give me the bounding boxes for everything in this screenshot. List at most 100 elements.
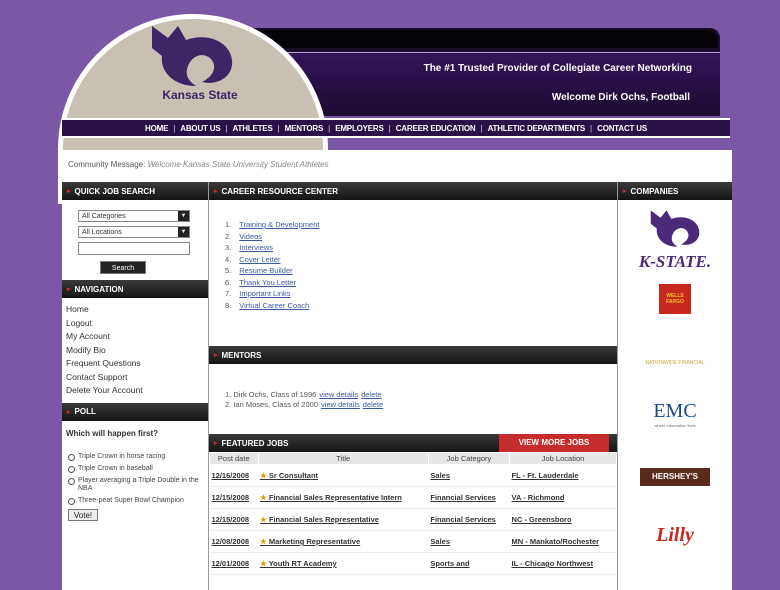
poll-title: POLL [74,407,96,416]
resource-link[interactable]: Virtual Career Coach [239,301,309,310]
nav-separator: | [277,123,280,133]
job-title-text[interactable]: Youth RT Academy [269,559,337,568]
list-item: 5. Resume Builder [225,266,293,275]
poll-option[interactable]: Three-peat Super Bowl Champion [62,497,208,505]
job-date[interactable]: 12/15/2008 [209,486,259,509]
delete-link[interactable]: delete [363,400,383,409]
resource-link[interactable]: Cover Letter [239,255,280,264]
nav-link-faq[interactable]: Frequent Questions [66,358,208,372]
radio-button[interactable] [68,453,75,461]
job-title-text[interactable]: Financial Sales Representative Intern [269,493,402,502]
nav-mentors[interactable]: MENTORS [285,124,324,133]
lilly-logo[interactable]: Lilly [618,524,732,547]
list-item: 1. Training & Development [225,220,320,229]
welcome-message: Welcome Dirk Ochs, Football [551,92,690,103]
category-select[interactable]: All Categories ▼ [78,210,190,222]
vote-button[interactable]: Vote! [68,508,98,521]
kstate-logo-text[interactable]: K-STATE. [618,252,732,272]
star-icon: ★ [260,537,269,546]
nav-link-delete[interactable]: Delete Your Account [66,385,208,399]
mentors-title: MENTORS [221,350,262,360]
nav-link-logout[interactable]: Logout [66,318,208,332]
nav-link-account[interactable]: My Account [66,331,208,345]
nav-contact[interactable]: CONTACT US [597,124,647,133]
nav-link-bio[interactable]: Modify Bio [66,345,208,359]
delete-link[interactable]: delete [361,390,381,399]
career-center-header: ▸ CAREER RESOURCE CENTER [209,182,617,200]
search-button[interactable]: Search [100,261,146,274]
job-category[interactable]: Sales [428,530,510,553]
job-location[interactable]: NC - Greensboro [509,508,617,531]
list-item: 2. Ian Moses, Class of 2000 view details d… [225,400,617,410]
job-category[interactable]: Sales [428,464,510,487]
job-category[interactable]: Sports and [428,552,510,575]
poll-question: Which will happen first? [66,428,158,438]
wildcat-logo-icon[interactable] [148,22,236,88]
job-title[interactable]: ★ Youth RT Academy [258,552,429,575]
job-location[interactable]: MN - Mankato/Rochester [509,530,617,553]
job-date[interactable]: 12/01/2008 [209,552,259,575]
poll-option[interactable]: Player averaging a Triple Double in the … [62,477,208,493]
view-details-link[interactable]: view details [319,390,358,399]
right-column: ▸ COMPANIES K-STATE. WELLS FARGO NATIONWI… [618,182,732,547]
job-category[interactable]: Financial Services [428,486,510,509]
emc-logo[interactable]: EMC [618,400,732,423]
keyword-input[interactable] [78,242,190,255]
resource-link[interactable]: Interviews [239,243,273,252]
resource-link[interactable]: Resume Builder [239,266,292,275]
location-select[interactable]: All Locations ▼ [78,226,190,238]
poll-option[interactable]: Triple Crown in baseball [62,465,208,473]
job-category[interactable]: Financial Services [428,508,510,531]
radio-button[interactable] [68,477,75,485]
resource-link[interactable]: Training & Development [239,220,319,229]
nav-about[interactable]: ABOUT US [180,124,220,133]
view-more-jobs-button[interactable]: VIEW MORE JOBS [499,434,609,452]
kstate-wildcat-logo-icon[interactable] [647,208,703,248]
mentor-number: 2. [225,400,232,409]
column-header[interactable]: Title [257,452,429,465]
job-title-text[interactable]: Marketing Representative [269,537,360,546]
nationwide-logo[interactable]: NATIONWIDE FINANCIAL [618,360,732,366]
column-header[interactable]: Post date [209,452,259,465]
nav-link-home[interactable]: Home [66,304,208,318]
hersheys-logo[interactable]: HERSHEY'S [640,468,710,486]
list-item: 1. Dirk Ochs, Class of 1996 view details d… [225,390,617,400]
job-title[interactable]: ★ Marketing Representative [258,530,429,553]
column-header[interactable]: Job Category [427,452,511,465]
job-title-text[interactable]: Financial Sales Representative [269,515,379,524]
nav-home[interactable]: HOME [145,124,168,133]
resource-link[interactable]: Thank You Letter [239,278,296,287]
job-location[interactable]: VA - Richmond [509,486,617,509]
table-row: 12/01/2008 ★ Youth RT Academy Sports and… [209,552,617,575]
nav-employers[interactable]: EMPLOYERS [335,124,384,133]
job-title[interactable]: ★ Financial Sales Representative [258,508,429,531]
job-location[interactable]: IL - Chicago Northwest [509,552,617,575]
wells-fargo-logo[interactable]: WELLS FARGO [659,284,691,314]
navigation-list: Home Logout My Account Modify Bio Freque… [62,298,208,403]
job-title[interactable]: ★ Financial Sales Representative Intern [258,486,429,509]
job-date[interactable]: 12/16/2008 [209,464,259,487]
resource-link[interactable]: Important Links [239,289,290,298]
job-location[interactable]: FL - Ft. Lauderdale [509,464,617,487]
featured-jobs-header: ▸ FEATURED JOBS VIEW MORE JOBS [209,434,617,452]
nav-separator: | [173,123,176,133]
column-header[interactable]: Job Location [509,452,617,465]
view-details-link[interactable]: view details [321,400,360,409]
star-icon: ★ [260,471,269,480]
mentor-name: Dirk Ochs, Class of 1996 [233,390,317,399]
resource-link[interactable]: Videos [239,232,262,241]
job-date[interactable]: 12/08/2008 [209,530,259,553]
logo-text: Kansas State [162,88,238,102]
table-row: 12/15/2008 ★ Financial Sales Representat… [209,508,617,531]
nav-career-education[interactable]: CAREER EDUCATION [396,124,476,133]
poll-option[interactable]: Triple Crown in horse racing [62,453,208,461]
job-title-text[interactable]: Sr Consultant [269,471,318,480]
radio-button[interactable] [68,465,75,473]
job-date[interactable]: 12/15/2008 [209,508,259,531]
header-stripe [240,30,718,48]
nav-athletic-departments[interactable]: ATHLETIC DEPARTMENTS [488,124,586,133]
nav-athletes[interactable]: ATHLETES [233,124,273,133]
nav-link-support[interactable]: Contact Support [66,372,208,386]
radio-button[interactable] [68,497,75,505]
job-title[interactable]: ★ Sr Consultant [258,464,429,487]
